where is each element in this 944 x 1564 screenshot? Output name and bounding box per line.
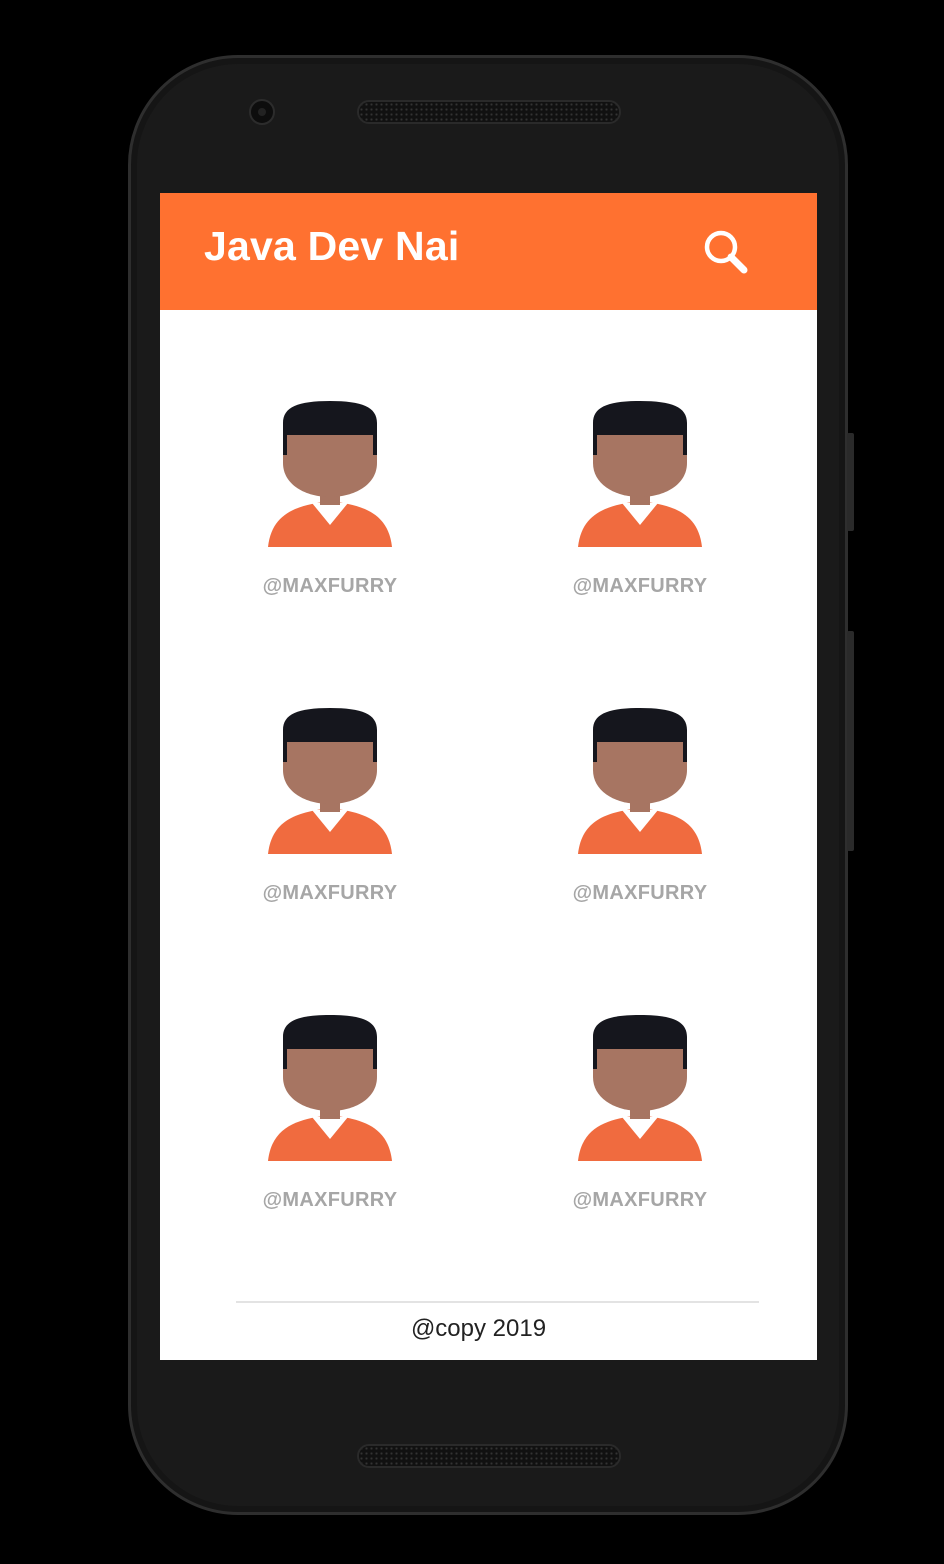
bottom-speaker <box>357 1444 621 1468</box>
profile-handle: @MAXFURRY <box>262 1189 398 1211</box>
user-avatar-icon <box>268 1015 392 1161</box>
user-avatar-icon <box>268 401 392 547</box>
search-icon <box>704 230 748 274</box>
user-avatar-icon <box>578 401 702 547</box>
profile-card[interactable]: @MAXFURRY <box>540 708 740 928</box>
user-avatar-icon <box>578 708 702 854</box>
profile-card[interactable]: @MAXFURRY <box>230 401 430 621</box>
profile-card[interactable]: @MAXFURRY <box>540 1015 740 1235</box>
app-title: Java Dev Nai <box>204 223 460 269</box>
footer-copyright: @copy 2019 <box>410 1315 547 1342</box>
search-button[interactable] <box>698 225 754 281</box>
front-camera <box>249 99 275 125</box>
profile-handle: @MAXFURRY <box>572 575 708 597</box>
profile-handle: @MAXFURRY <box>572 882 708 904</box>
profile-handle: @MAXFURRY <box>262 882 398 904</box>
profile-card[interactable]: @MAXFURRY <box>230 1015 430 1235</box>
app-screen: Java Dev Nai @MAXFURRY @MAXFURRY @MAXFURRY… <box>160 193 817 1360</box>
app-bar: Java Dev Nai <box>160 193 817 310</box>
profile-handle: @MAXFURRY <box>262 575 398 597</box>
power-button <box>847 433 854 531</box>
profile-card[interactable]: @MAXFURRY <box>540 401 740 621</box>
user-avatar-icon <box>578 1015 702 1161</box>
footer-divider <box>236 1301 759 1303</box>
top-speaker <box>357 100 621 124</box>
user-avatar-icon <box>268 708 392 854</box>
volume-button <box>847 631 854 851</box>
profile-card[interactable]: @MAXFURRY <box>230 708 430 928</box>
profile-handle: @MAXFURRY <box>572 1189 708 1211</box>
